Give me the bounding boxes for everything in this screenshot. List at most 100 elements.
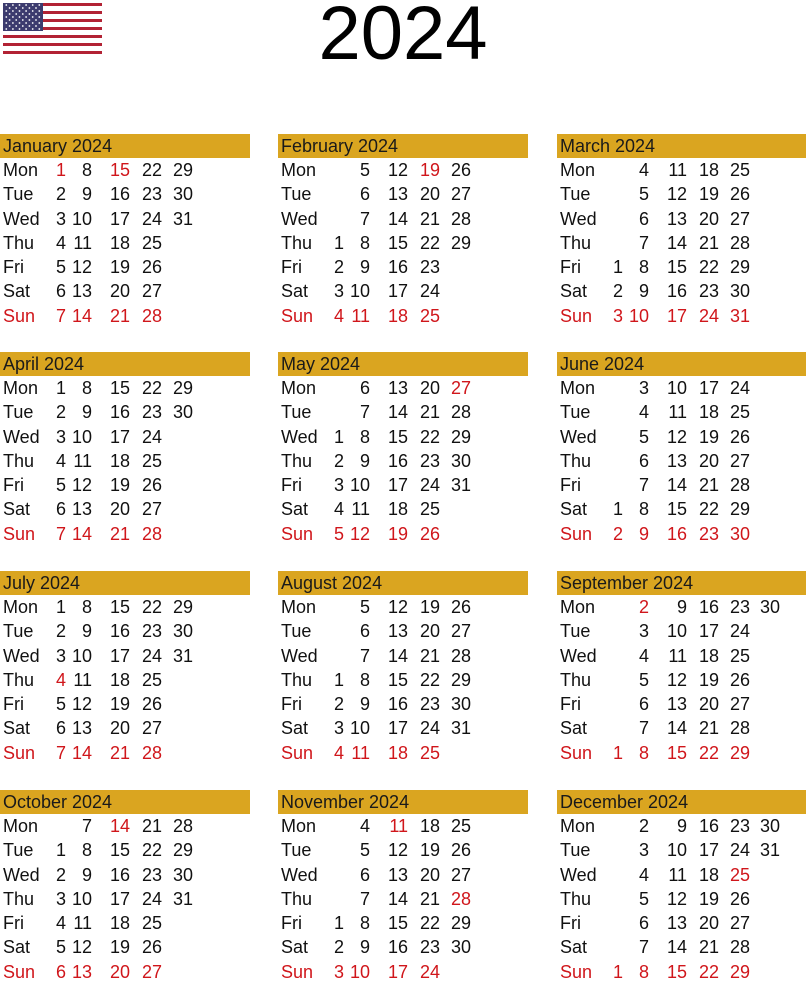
weekday-label: Thu <box>560 232 592 253</box>
date-cell: 14 <box>71 523 92 544</box>
weekday-row-wed: Wed 4 11 18 25 <box>557 644 806 668</box>
date-cell: 19 <box>109 937 130 958</box>
date-cell: 27 <box>450 184 471 205</box>
weekday-label: Fri <box>281 913 302 934</box>
date-cell: 21 <box>419 888 440 909</box>
weekday-row-tue: Tue 5 12 19 26 <box>278 838 528 862</box>
date-cell: 24 <box>141 888 162 909</box>
date-cell: 1 <box>612 499 623 520</box>
weekday-label: Tue <box>3 621 34 642</box>
date-cell: 16 <box>698 597 719 617</box>
weekday-label: Tue <box>560 402 591 423</box>
weekday-row-fri: Fri 6 13 20 27 <box>557 911 806 935</box>
holiday-date: 14 <box>109 816 130 836</box>
date-cell: 14 <box>71 305 92 326</box>
date-cell: 25 <box>141 450 162 471</box>
weekday-label: Thu <box>281 888 313 909</box>
date-cell: 4 <box>55 232 66 253</box>
date-cell: 27 <box>141 281 162 302</box>
date-cell: 26 <box>419 523 440 544</box>
date-cell: 19 <box>109 475 130 496</box>
date-cell: 25 <box>141 669 162 690</box>
date-cell: 25 <box>729 402 750 423</box>
date-cell: 18 <box>698 645 719 666</box>
date-cell: 20 <box>698 450 719 471</box>
weekday-label: Sat <box>281 718 309 739</box>
weekday-row-sat: Sat 7 14 21 28 <box>557 716 806 740</box>
weekday-label: Wed <box>3 426 40 447</box>
date-cell: 27 <box>729 694 750 715</box>
date-cell: 23 <box>141 621 162 642</box>
date-cell: 28 <box>729 232 750 253</box>
date-cell: 1 <box>612 961 623 982</box>
date-cell: 17 <box>387 961 408 982</box>
date-cell: 7 <box>359 888 370 909</box>
date-cell: 20 <box>698 694 719 715</box>
date-cell: 12 <box>71 475 92 496</box>
weekday-label: Wed <box>3 645 40 666</box>
date-cell: 30 <box>759 816 780 836</box>
date-cell: 9 <box>81 621 92 642</box>
date-cell: 8 <box>638 499 649 520</box>
month-december: December 2024 Mon 2 9 16 23 30 Tue 3 10 17 24 31 Wed 4… <box>557 790 806 984</box>
date-cell: 28 <box>729 475 750 496</box>
date-cell: 16 <box>109 621 130 642</box>
weekday-label: Fri <box>560 913 581 934</box>
date-cell: 11 <box>668 402 687 423</box>
weekday-row-sat: Sat 7 14 21 28 <box>557 935 806 959</box>
date-cell: 3 <box>638 621 649 642</box>
date-cell: 23 <box>698 523 719 544</box>
date-cell: 15 <box>387 232 408 253</box>
date-cell: 8 <box>359 232 370 253</box>
date-cell: 8 <box>81 840 92 861</box>
month-january: January 2024 Mon 1 8 15 22 29 Tue 2 9 16 23 30 Wed 3 10… <box>0 134 250 328</box>
date-cell: 10 <box>628 305 649 326</box>
date-cell: 17 <box>109 888 130 909</box>
date-cell: 29 <box>172 597 193 617</box>
date-cell: 15 <box>387 913 408 934</box>
date-cell: 3 <box>55 208 66 229</box>
date-cell: 15 <box>666 257 687 278</box>
date-cell: 31 <box>729 305 750 326</box>
date-cell: 24 <box>729 840 750 861</box>
date-cell: 23 <box>729 597 750 617</box>
weekday-row-tue: Tue 3 10 17 24 <box>557 619 806 643</box>
date-cell: 14 <box>71 742 92 763</box>
date-cell: 14 <box>387 402 408 423</box>
weekday-label: Wed <box>560 208 597 229</box>
date-cell: 30 <box>729 281 750 302</box>
date-cell: 11 <box>351 742 370 763</box>
date-cell: 7 <box>638 232 649 253</box>
date-cell: 23 <box>419 694 440 715</box>
date-cell: 6 <box>638 694 649 715</box>
date-cell: 25 <box>729 160 750 180</box>
weekday-row-mon: Mon 6 13 20 27 <box>278 376 528 400</box>
weekday-row-mon: Mon 7 14 21 28 <box>0 814 250 838</box>
weekday-row-wed: Wed 4 11 18 25 <box>557 863 806 887</box>
date-cell: 7 <box>638 718 649 739</box>
date-cell: 12 <box>71 257 92 278</box>
weekday-row-mon: Mon 3 10 17 24 <box>557 376 806 400</box>
month-june: June 2024 Mon 3 10 17 24 Tue 4 11 18 25 Wed 5 12 19 26 T… <box>557 352 806 546</box>
date-cell: 19 <box>698 669 719 690</box>
weekday-label: Wed <box>281 208 318 229</box>
weekday-row-sun: Sun 3 10 17 24 <box>278 960 528 984</box>
date-cell: 26 <box>450 597 471 617</box>
date-cell: 30 <box>450 450 471 471</box>
holiday-date: 15 <box>109 160 130 180</box>
date-cell: 5 <box>55 694 66 715</box>
weekday-label: Fri <box>281 257 302 278</box>
weekday-label: Sun <box>3 742 36 763</box>
date-cell: 19 <box>698 426 719 447</box>
weekday-label: Fri <box>3 694 24 715</box>
date-cell: 26 <box>141 257 162 278</box>
weekday-row-sat: Sat 2 9 16 23 30 <box>278 935 528 959</box>
date-cell: 27 <box>141 718 162 739</box>
date-cell: 26 <box>729 888 750 909</box>
weekday-label: Tue <box>281 184 312 205</box>
weekday-row-sat: Sat 3 10 17 24 <box>278 279 528 303</box>
date-cell: 5 <box>359 840 370 861</box>
weekday-row-mon: Mon 2 9 16 23 30 <box>557 595 806 619</box>
month-header: January 2024 <box>0 134 250 158</box>
date-cell: 12 <box>71 694 92 715</box>
